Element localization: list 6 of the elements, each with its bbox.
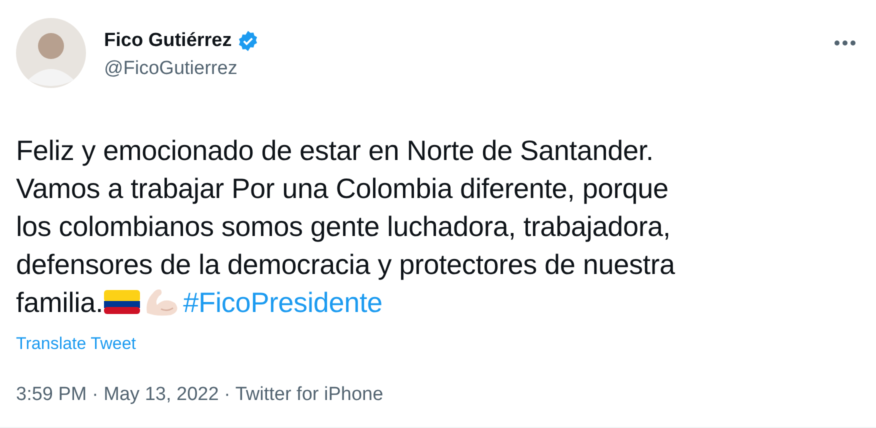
author-name[interactable]: Fico Gutiérrez [104, 30, 232, 52]
author-handle[interactable]: @FicoGutierrez [104, 58, 816, 80]
more-options-icon[interactable] [834, 40, 856, 46]
tweet-text: Feliz y emocionado de estar en Norte de Santander. Vamos a trabajar Por una Colombia diferente, porque los colombianos somos gente luchadora, trabajadora, defensores de la democracia y protectores de nuestra familia. #FicoPresidente [16, 134, 676, 320]
tweet-metadata: 3:59 PM · May 13, 2022 · Twitter for iPhone [16, 384, 384, 406]
flag-icon [103, 287, 142, 317]
